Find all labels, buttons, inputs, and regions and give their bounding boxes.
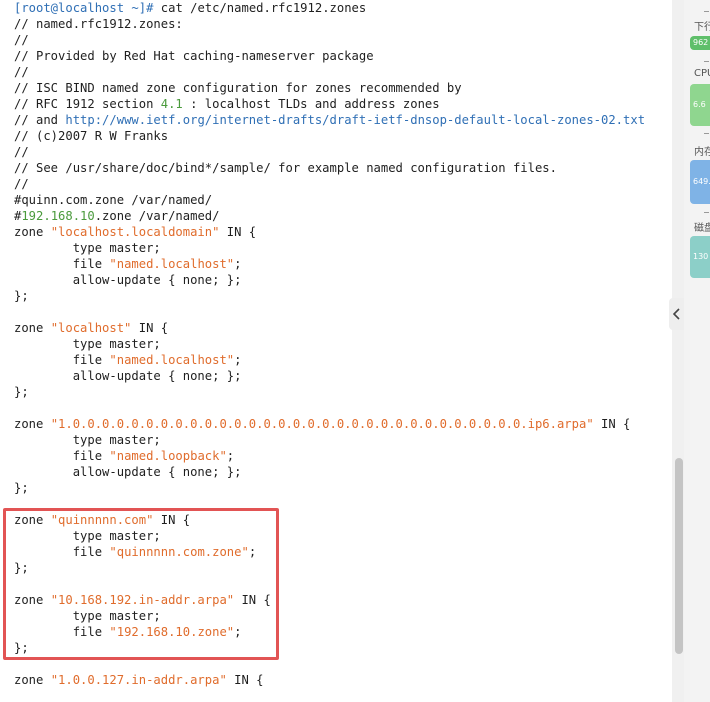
output-line: allow-update { none; };: [14, 369, 242, 383]
zone-line: zone "localhost.localdomain" IN {: [14, 224, 684, 240]
output-line: allow-update { none; };: [14, 465, 242, 479]
text-segment: ;: [234, 353, 242, 367]
text-segment: file: [14, 353, 110, 367]
system-monitor-panel: 下行 962 CPU 6.6 内存 649. 磁盘 130: [684, 0, 710, 702]
collapse-panel-button[interactable]: [669, 298, 685, 330]
text-segment: file: [14, 257, 110, 271]
output-line: type master;: [14, 433, 161, 447]
string-segment: "1.0.0.127.in-addr.arpa": [50, 673, 227, 687]
text-segment: IN {: [131, 321, 169, 335]
divider: [704, 133, 709, 134]
scrollbar-thumb[interactable]: [675, 458, 683, 654]
output-line: file "named.localhost";: [14, 352, 684, 368]
output-line: file "named.localhost";: [14, 256, 684, 272]
output-line: // Provided by Red Hat caching-nameserve…: [14, 49, 374, 63]
output-line: //: [14, 177, 29, 191]
text-segment: zone: [14, 417, 51, 431]
zone-line: zone "1.0.0.0.0.0.0.0.0.0.0.0.0.0.0.0.0.…: [14, 416, 684, 432]
text-segment: // RFC 1912 section: [14, 97, 161, 111]
output-line: // See /usr/share/doc/bind*/sample/ for …: [14, 161, 557, 175]
text-segment: IN {: [593, 417, 631, 431]
text-segment: IN {: [219, 225, 257, 239]
output-line: // named.rfc1912.zones:: [14, 17, 183, 31]
output-line: #quinn.com.zone /var/named/: [14, 193, 213, 207]
text-segment: ;: [234, 257, 242, 271]
download-badge: 962: [690, 36, 710, 50]
output-line: // ISC BIND named zone configuration for…: [14, 81, 462, 95]
text-segment: : localhost TLDs and address zones: [182, 97, 440, 111]
output-line: //: [14, 145, 29, 159]
string-segment: "localhost": [50, 321, 132, 335]
prompt-line: [root@localhost ~]# cat /etc/named.rfc19…: [14, 0, 684, 16]
output-line: #192.168.10.zone /var/named/: [14, 208, 684, 224]
string-segment: "localhost.localdomain": [50, 225, 220, 239]
divider: [704, 61, 709, 62]
output-line: //: [14, 33, 29, 47]
disk-usage-bar: 130: [690, 236, 710, 278]
output-line: // and http://www.ietf.org/internet-draf…: [14, 112, 684, 128]
cpu-label: CPU: [694, 68, 710, 79]
output-line: type master;: [14, 337, 161, 351]
text-segment: zone: [14, 673, 51, 687]
zone-line: zone "localhost" IN {: [14, 320, 684, 336]
string-segment: "named.localhost": [109, 257, 235, 271]
output-line: allow-update { none; };: [14, 273, 242, 287]
text-segment: // and: [14, 113, 66, 127]
shell-prompt: [root@localhost ~]#: [14, 1, 154, 15]
shell-command: cat /etc/named.rfc1912.zones: [160, 1, 367, 15]
memory-usage-bar: 649.: [690, 160, 710, 204]
number-segment: 4.1: [160, 97, 183, 111]
disk-label: 磁盘: [694, 223, 710, 234]
download-label: 下行: [694, 22, 710, 33]
text-segment: zone: [14, 321, 51, 335]
text-segment: IN {: [226, 673, 264, 687]
annotation-highlight-box: [3, 508, 279, 660]
string-segment: "1.0.0.0.0.0.0.0.0.0.0.0.0.0.0.0.0.0.0.0…: [50, 417, 594, 431]
terminal-output[interactable]: [root@localhost ~]# cat /etc/named.rfc19…: [0, 0, 684, 702]
text-segment: ;: [226, 449, 235, 463]
zone-line: zone "1.0.0.127.in-addr.arpa" IN {: [14, 672, 684, 688]
text-segment: zone: [14, 225, 51, 239]
vertical-scrollbar[interactable]: [672, 0, 684, 702]
divider: [704, 11, 709, 12]
number-segment: 192.168.10: [21, 209, 95, 223]
output-line: file "named.loopback";: [14, 448, 684, 464]
output-line: type master;: [14, 241, 161, 255]
text-segment: .zone /var/named/: [94, 209, 220, 223]
cpu-usage-bar: 6.6: [690, 84, 710, 126]
chevron-left-icon: [673, 308, 680, 320]
string-segment: "named.localhost": [109, 353, 235, 367]
output-line: };: [14, 481, 29, 495]
string-segment: "named.loopback": [109, 449, 227, 463]
url-link[interactable]: http://www.ietf.org/internet-drafts/draf…: [65, 113, 645, 127]
output-line: // RFC 1912 section 4.1 : localhost TLDs…: [14, 96, 684, 112]
output-line: // (c)2007 R W Franks: [14, 129, 169, 143]
output-line: };: [14, 385, 29, 399]
output-line: //: [14, 65, 29, 79]
output-line: };: [14, 289, 29, 303]
memory-label: 内存: [694, 147, 710, 158]
divider: [704, 212, 709, 213]
text-segment: file: [14, 449, 110, 463]
